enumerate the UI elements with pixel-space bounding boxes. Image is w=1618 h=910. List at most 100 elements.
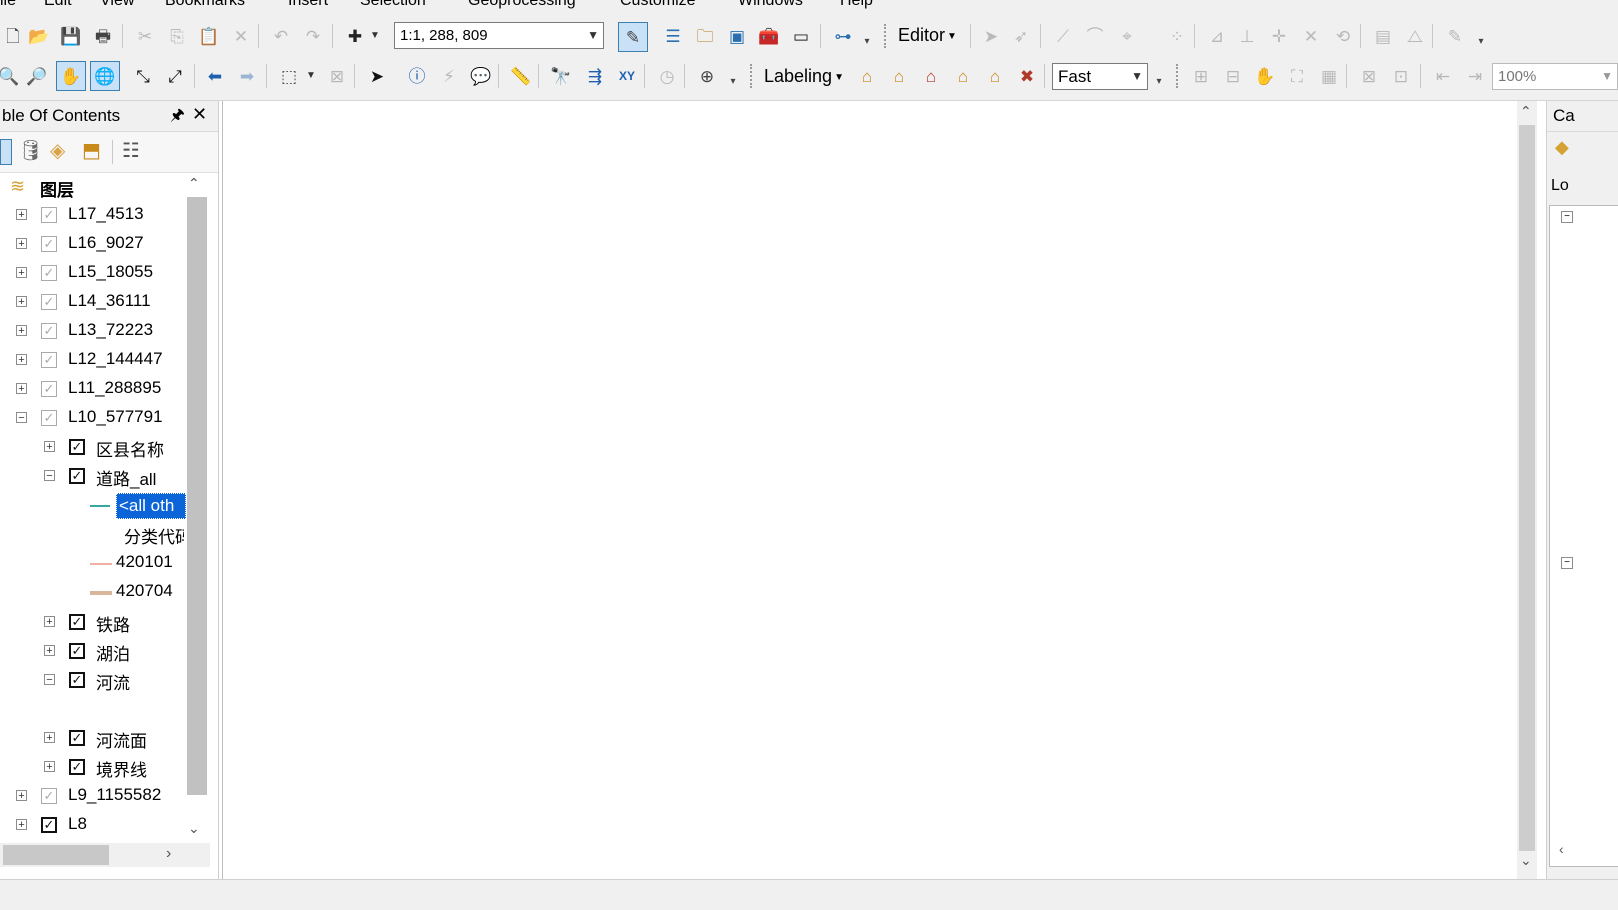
menu-windows[interactable]: Windows (738, 0, 803, 10)
layer-label[interactable]: L13_72223 (68, 320, 153, 340)
layer-label[interactable]: L12_144447 (68, 349, 163, 369)
menu-bookmarks[interactable]: Bookmarks (165, 0, 245, 10)
zoom-100-percent-icon[interactable]: ▦ (1316, 63, 1342, 89)
scroll-up-icon[interactable]: ⌃ (1520, 103, 1532, 120)
table-of-contents-icon[interactable]: ☰ (660, 23, 686, 49)
menu-edit[interactable]: Edit (44, 0, 72, 10)
python-window-icon[interactable]: ▭ (788, 23, 814, 49)
expand-plus-icon[interactable]: + (44, 616, 55, 628)
new-document-icon[interactable]: 🗋 (0, 23, 26, 49)
layer-checkbox[interactable]: ✓ (41, 381, 57, 397)
undo-icon[interactable]: ↶ (268, 23, 294, 49)
layer-label[interactable]: L16_9027 (68, 233, 144, 253)
collapse-minus-icon[interactable]: − (16, 412, 27, 424)
label-quality-combo[interactable]: Fast ▼ (1052, 63, 1148, 90)
toolbar-options-icon[interactable]: ▾ (1152, 72, 1166, 92)
label-priority-icon[interactable]: ⌂ (886, 63, 912, 89)
road-420704-symbol[interactable] (90, 591, 112, 595)
menu-geoprocessing[interactable]: Geoprocessing (468, 0, 576, 10)
edit-vertices-icon[interactable]: ⊿ (1204, 23, 1230, 49)
layer-checkbox[interactable]: ✓ (41, 817, 57, 833)
layer-checkbox[interactable]: ✓ (41, 323, 57, 339)
toolbar-grip[interactable] (1176, 64, 1181, 88)
menu-file[interactable]: ile (0, 0, 16, 10)
sublayer-label[interactable]: 铁路 (96, 611, 130, 636)
scroll-left-icon[interactable]: ‹ (1559, 841, 1564, 857)
menu-view[interactable]: View (100, 0, 134, 10)
road-other-symbol[interactable] (90, 505, 110, 507)
collapse-minus-icon[interactable]: − (1561, 211, 1573, 223)
paste-icon[interactable]: 📋 (196, 23, 222, 49)
layer-label[interactable]: L17_4513 (68, 204, 144, 224)
toolbar-grip[interactable] (750, 64, 755, 88)
expand-plus-icon[interactable]: + (16, 238, 27, 250)
catalog-tree[interactable] (1549, 205, 1618, 867)
reshape-icon[interactable]: ⊥ (1234, 23, 1260, 49)
html-popup-icon[interactable]: 💬 (468, 63, 494, 89)
expand-plus-icon[interactable]: + (16, 325, 27, 337)
sublayer-label[interactable]: 道路_all (96, 465, 156, 490)
end-point-arc-icon[interactable]: ⌒ (1082, 23, 1108, 49)
sublayer-checkbox[interactable]: ✓ (69, 759, 85, 775)
pin-icon[interactable]: 🖈 (170, 104, 185, 131)
create-features-icon[interactable]: ✎ (1442, 23, 1468, 49)
back-arrow-icon[interactable]: ⬅ (202, 63, 228, 89)
sublayer-label[interactable]: 河流 (96, 669, 130, 694)
sublayer-label[interactable]: 区县名称 (96, 436, 164, 461)
toolbar-options-icon[interactable]: ▾ (726, 72, 740, 92)
sublayer-checkbox[interactable]: ✓ (69, 643, 85, 659)
open-folder-icon[interactable]: 📂 (26, 23, 52, 49)
find-binoculars-icon[interactable]: 🔭 (548, 63, 574, 89)
toc-options-icon[interactable]: ☷ (122, 138, 140, 163)
layer-checkbox[interactable]: ✓ (41, 294, 57, 310)
layer-label[interactable]: L10_577791 (68, 407, 163, 427)
fixed-zoom-out-icon[interactable]: ⤢ (162, 63, 188, 89)
cut-polygons-icon[interactable]: ✛ (1266, 23, 1292, 49)
editor-toolbar-icon[interactable]: ✎ (618, 22, 648, 52)
rotate-icon[interactable]: ⟲ (1330, 23, 1356, 49)
expand-plus-icon[interactable]: + (16, 383, 27, 395)
editor-menu[interactable]: Editor ▼ (898, 25, 957, 46)
expand-plus-icon[interactable]: + (16, 354, 27, 366)
select-dropdown-icon[interactable]: ▼ (306, 70, 316, 81)
sublayer-checkbox[interactable]: ✓ (69, 439, 85, 455)
add-data-dropdown-icon[interactable]: ▼ (370, 30, 380, 41)
time-slider-icon[interactable]: ◷ (654, 63, 680, 89)
arctoolbox-icon[interactable]: 🧰 (756, 23, 782, 49)
find-route-icon[interactable]: ⇶ (582, 63, 608, 89)
layer-checkbox[interactable]: ✓ (41, 207, 57, 223)
sublayer-label[interactable]: 河流面 (96, 727, 147, 752)
layout-zoom-combo[interactable]: 100% ▼ (1492, 63, 1618, 90)
fixed-zoom-out-layout-icon[interactable]: ⊡ (1388, 63, 1414, 89)
toolbar-options-icon[interactable]: ▾ (860, 32, 874, 52)
map-display[interactable] (222, 101, 1518, 879)
save-icon[interactable]: 💾 (58, 23, 84, 49)
layout-pan-icon[interactable]: ✋ (1252, 63, 1278, 89)
sublayer-label[interactable]: 湖泊 (96, 640, 130, 665)
map-scale-combo[interactable]: 1:1, 288, 809 ▼ (394, 22, 604, 49)
menu-customize[interactable]: Customize (620, 0, 696, 10)
layout-zoom-in-icon[interactable]: ⊞ (1188, 63, 1214, 89)
menu-selection[interactable]: Selection (360, 0, 426, 10)
collapse-minus-icon[interactable]: − (44, 674, 55, 686)
layer-checkbox[interactable]: ✓ (41, 265, 57, 281)
measure-icon[interactable]: 📏 (508, 63, 534, 89)
sublayer-checkbox[interactable]: ✓ (69, 614, 85, 630)
scroll-down-icon[interactable]: ⌄ (1520, 852, 1532, 869)
trace-icon[interactable]: ⌖ (1114, 23, 1140, 49)
edit-tool-icon[interactable]: ➤ (978, 23, 1004, 49)
legend-all-other-values[interactable]: <all oth (116, 493, 186, 519)
fixed-zoom-in-icon[interactable]: ⤡ (130, 63, 156, 89)
menu-help[interactable]: Help (840, 0, 873, 10)
list-by-visibility-icon[interactable]: ◈ (50, 138, 65, 163)
sublayer-checkbox[interactable]: ✓ (69, 672, 85, 688)
split-icon[interactable]: ✕ (1298, 23, 1324, 49)
list-by-drawing-order-icon[interactable] (0, 139, 12, 165)
print-icon[interactable]: 🖶 (90, 23, 116, 49)
redo-icon[interactable]: ↷ (300, 23, 326, 49)
attributes-icon[interactable]: ▤ (1370, 23, 1396, 49)
toolbar-grip[interactable] (884, 24, 889, 48)
close-icon[interactable]: ✕ (192, 104, 207, 125)
layer-label[interactable]: L14_36111 (68, 291, 151, 311)
model-builder-icon[interactable]: ⊶ (830, 23, 856, 49)
